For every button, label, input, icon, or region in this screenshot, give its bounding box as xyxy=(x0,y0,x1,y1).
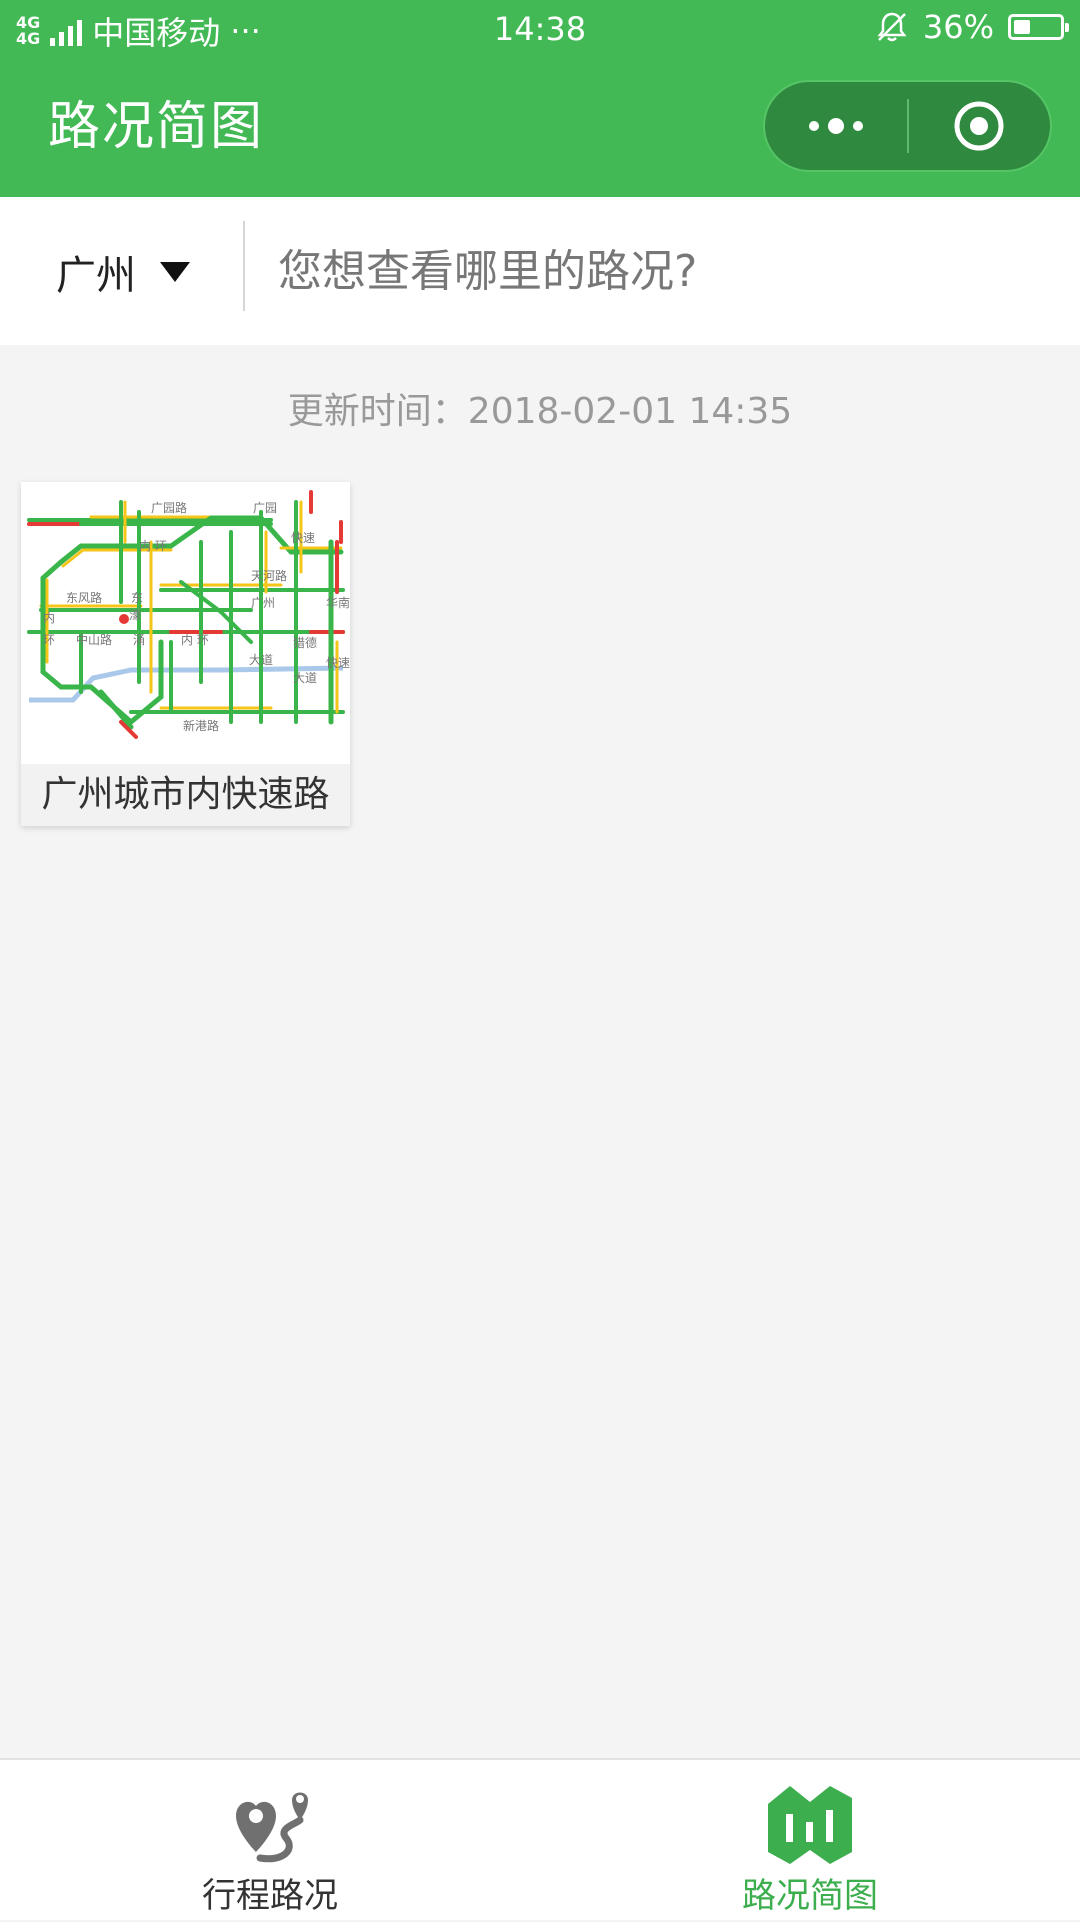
map-label: 涌 xyxy=(133,633,145,647)
dropdown-arrow-icon xyxy=(160,262,190,282)
map-label: 广州 xyxy=(251,596,275,610)
close-mini-program-button[interactable] xyxy=(909,82,1051,170)
update-time: 更新时间：2018-02-01 14:35 xyxy=(287,391,793,432)
search-row: 广州 xyxy=(0,197,1080,345)
map-label: 中山路 xyxy=(76,632,112,647)
folded-map-icon xyxy=(768,1786,852,1864)
map-label: 内 环 xyxy=(139,539,167,553)
map-label: 内 环 xyxy=(181,633,209,647)
status-right: 36% xyxy=(875,8,1069,46)
map-label: 大道 xyxy=(293,671,317,685)
map-label: 快速 xyxy=(291,531,315,545)
battery-fill xyxy=(1014,20,1030,34)
mini-program-capsule xyxy=(763,80,1052,172)
more-menu-button[interactable] xyxy=(765,82,907,170)
landmark-marker xyxy=(119,614,129,624)
alarm-bell-icon xyxy=(877,12,907,42)
map-label: 猎德 xyxy=(293,635,317,650)
tab-label: 行程路况 xyxy=(202,1876,338,1916)
map-label: 快速 xyxy=(326,656,350,670)
map-label: 广园路 xyxy=(151,500,187,515)
bottom-tab-bar: 行程路况 路况简图 xyxy=(0,1758,1080,1920)
battery-icon xyxy=(1008,14,1069,40)
map-label: 濠 xyxy=(129,607,141,622)
map-card[interactable]: 广园路 广园 快速 内 环 天河路 东风路 东 广州 华南 内 环 中山路 涌 … xyxy=(21,482,350,826)
traffic-map-thumbnail: 广园路 广园 快速 内 环 天河路 东风路 东 广州 华南 内 环 中山路 涌 … xyxy=(21,482,350,764)
map-label: 广园 xyxy=(253,501,277,515)
tab-traffic-map[interactable]: 路况简图 xyxy=(540,1760,1080,1922)
city-label: 广州 xyxy=(56,253,136,299)
city-selector[interactable]: 广州 xyxy=(56,237,190,307)
search-input[interactable] xyxy=(276,231,1036,311)
search-divider xyxy=(243,221,245,311)
map-label: 内 xyxy=(43,611,55,625)
top-bar: 4G 4G 中国移动 ··· 14:38 36% 路况简图 xyxy=(0,0,1080,197)
map-label: 新港路 xyxy=(183,718,219,733)
map-label: 大道 xyxy=(249,653,273,667)
battery-percent: 36% xyxy=(922,8,994,46)
tab-label: 路况简图 xyxy=(742,1876,878,1916)
target-circle-icon xyxy=(954,101,1004,151)
map-label: 东 xyxy=(131,591,143,605)
status-bar: 4G 4G 中国移动 ··· 14:38 36% xyxy=(0,0,1080,56)
tab-trip-traffic[interactable]: 行程路况 xyxy=(0,1760,540,1922)
map-caption: 广州城市内快速路 xyxy=(21,764,350,826)
map-label: 环 xyxy=(43,633,55,647)
map-label: 华南 xyxy=(326,595,350,610)
route-pin-icon xyxy=(236,1792,308,1863)
more-dots-icon xyxy=(808,118,863,134)
map-label: 东风路 xyxy=(66,590,102,605)
page-title: 路况简图 xyxy=(48,97,265,157)
map-label: 天河路 xyxy=(251,568,287,583)
